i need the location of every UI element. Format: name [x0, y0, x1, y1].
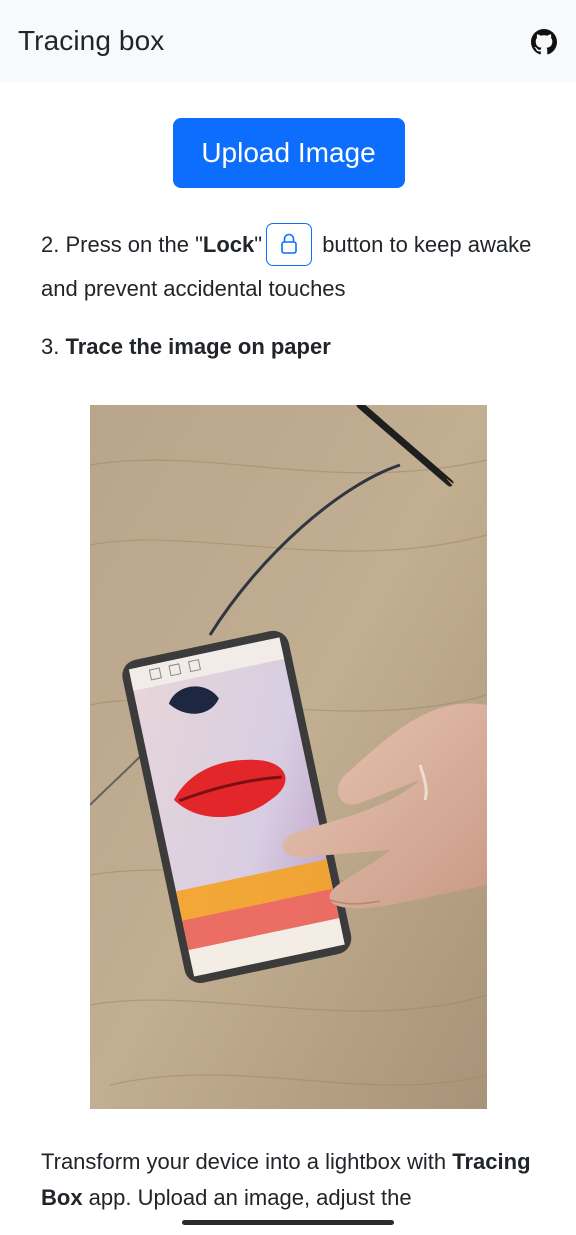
step-2-prefix: 2. Press on the " [41, 232, 203, 257]
upload-section: Upload Image [41, 82, 536, 188]
step-2-instruction: 2. Press on the "Lock" button to keep aw… [41, 222, 536, 309]
lock-icon [281, 233, 297, 254]
step-3-instruction: 3. Trace the image on paper [41, 326, 536, 367]
github-icon [531, 29, 557, 55]
step-2-quote-close: " [254, 232, 263, 257]
navbar: Tracing box [0, 0, 576, 82]
github-link[interactable] [530, 28, 558, 56]
brand-title[interactable]: Tracing box [18, 25, 164, 57]
step-3-number: 3. [41, 333, 66, 359]
home-indicator[interactable] [182, 1220, 394, 1225]
intro-paragraph: Transform your device into a lightbox wi… [41, 1144, 536, 1216]
upload-image-button[interactable]: Upload Image [172, 118, 405, 188]
intro-part-2: app. Upload an image, adjust the [82, 1184, 412, 1210]
step-3-bold: Trace the image on paper [65, 333, 331, 359]
intro-part-1: Transform your device into a lightbox wi… [41, 1148, 453, 1174]
main-content: Upload Image 2. Press on the "Lock" butt… [0, 82, 576, 1216]
demo-photo [90, 404, 487, 1109]
lock-button-example[interactable] [266, 222, 313, 266]
step-2-bold: Lock [202, 232, 255, 257]
